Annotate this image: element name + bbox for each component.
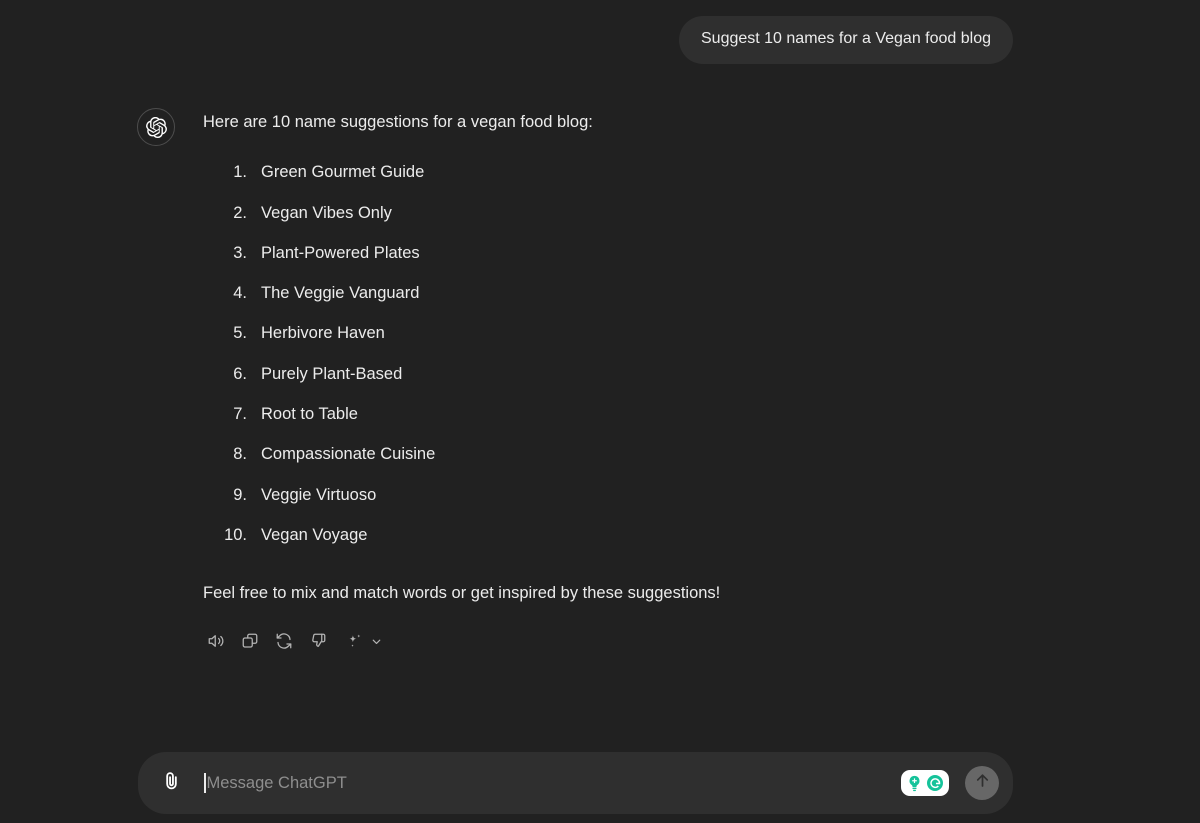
grammarly-g-icon[interactable] — [925, 773, 945, 793]
user-message-bubble[interactable]: Suggest 10 names for a Vegan food blog — [679, 16, 1013, 64]
list-item-number: 1. — [233, 163, 247, 182]
list-item-number: 10. — [224, 525, 247, 544]
message-input[interactable]: Message ChatGPT — [204, 752, 901, 814]
list-item-label: The Veggie Vanguard — [261, 284, 420, 303]
regenerate-icon — [275, 632, 293, 650]
regenerate-button[interactable] — [269, 626, 299, 656]
conversation-thread: Suggest 10 names for a Vegan food blog H… — [0, 0, 1200, 740]
list-item: 2. Vegan Vibes Only — [203, 202, 1023, 224]
list-item-number: 2. — [233, 203, 247, 222]
list-item-number: 6. — [233, 364, 247, 383]
list-item-label: Veggie Virtuoso — [261, 485, 377, 504]
model-switcher-button[interactable] — [339, 626, 383, 656]
list-item-number: 4. — [233, 284, 247, 303]
list-item: 3. Plant-Powered Plates — [203, 242, 1023, 264]
message-composer[interactable]: Message ChatGPT — [138, 752, 1013, 814]
list-item: 9. Veggie Virtuoso — [203, 484, 1023, 506]
assistant-message-row: Here are 10 name suggestions for a vegan… — [137, 108, 1037, 656]
list-item: 6. Purely Plant-Based — [203, 363, 1023, 385]
user-message-row: Suggest 10 names for a Vegan food blog — [679, 16, 1013, 64]
thumbs-down-icon — [309, 632, 327, 650]
list-item-number: 7. — [233, 404, 247, 423]
list-item-label: Green Gourmet Guide — [261, 163, 425, 182]
list-item-number: 8. — [233, 445, 247, 464]
read-aloud-button[interactable] — [201, 626, 231, 656]
grammarly-widget[interactable] — [901, 770, 949, 796]
thumbs-down-button[interactable] — [303, 626, 333, 656]
message-input-placeholder: Message ChatGPT — [206, 773, 347, 792]
assistant-avatar — [137, 108, 175, 146]
chevron-down-icon[interactable] — [370, 635, 383, 648]
list-item: 4. The Veggie Vanguard — [203, 282, 1023, 304]
list-item: 8. Compassionate Cuisine — [203, 443, 1023, 465]
list-item-label: Purely Plant-Based — [261, 364, 403, 383]
suggestion-list: 1. Green Gourmet Guide 2. Vegan Vibes On… — [203, 161, 1023, 546]
paperclip-icon — [160, 769, 183, 797]
assistant-intro-text: Here are 10 name suggestions for a vegan… — [203, 113, 593, 131]
sparkle-icon — [345, 632, 364, 651]
assistant-outro-text: Feel free to mix and match words or get … — [203, 584, 721, 603]
copy-button[interactable] — [235, 626, 265, 656]
list-item: 10. Vegan Voyage — [203, 524, 1023, 546]
list-item-label: Herbivore Haven — [261, 324, 385, 343]
message-action-bar — [201, 626, 1023, 656]
speaker-read-aloud-icon — [207, 632, 225, 650]
list-item-number: 5. — [233, 324, 247, 343]
send-button[interactable] — [965, 766, 999, 800]
list-item: 5. Herbivore Haven — [203, 322, 1023, 344]
list-item-number: 3. — [233, 243, 247, 262]
list-item-number: 9. — [233, 485, 247, 504]
text-caret — [204, 773, 206, 793]
list-item: 7. Root to Table — [203, 403, 1023, 425]
list-item-label: Vegan Voyage — [261, 525, 368, 544]
arrow-up-icon — [973, 771, 992, 795]
sparkle-button[interactable] — [339, 626, 369, 656]
attach-file-button[interactable] — [154, 766, 188, 800]
assistant-message-body: Here are 10 name suggestions for a vegan… — [203, 108, 1023, 656]
list-item-label: Root to Table — [261, 404, 358, 423]
openai-logo-icon — [145, 116, 167, 138]
list-item-label: Plant-Powered Plates — [261, 243, 420, 262]
list-item: 1. Green Gourmet Guide — [203, 161, 1023, 183]
list-item-label: Vegan Vibes Only — [261, 203, 392, 222]
list-item-label: Compassionate Cuisine — [261, 445, 436, 464]
copy-icon — [241, 632, 259, 650]
grammarly-lightbulb-icon[interactable] — [905, 774, 924, 793]
